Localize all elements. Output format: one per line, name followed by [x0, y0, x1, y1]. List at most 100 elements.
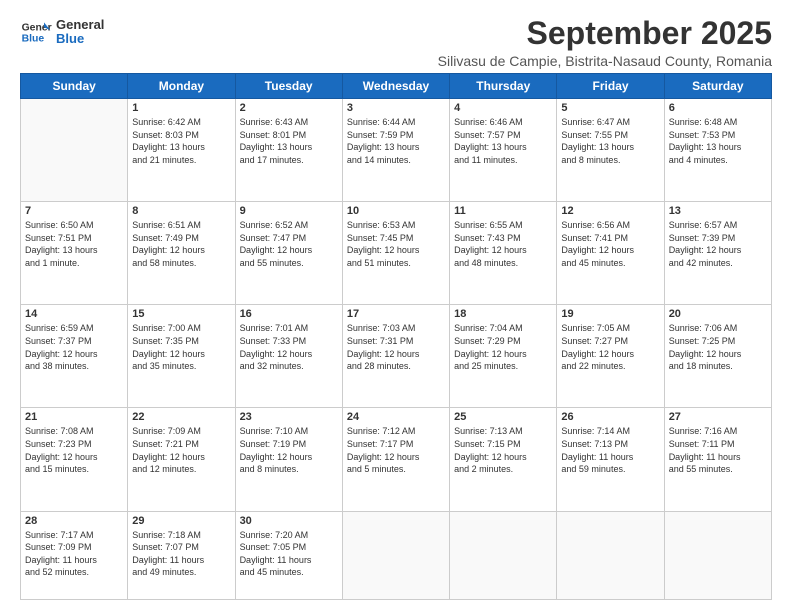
day-info: Sunrise: 6:44 AM Sunset: 7:59 PM Dayligh… [347, 116, 445, 166]
title-block: September 2025 Silivasu de Campie, Bistr… [438, 16, 772, 69]
day-number: 19 [561, 308, 659, 320]
day-info: Sunrise: 7:00 AM Sunset: 7:35 PM Dayligh… [132, 322, 230, 372]
day-number: 6 [669, 102, 767, 114]
day-info: Sunrise: 7:03 AM Sunset: 7:31 PM Dayligh… [347, 322, 445, 372]
day-number: 10 [347, 205, 445, 217]
calendar-week-row: 14 Sunrise: 6:59 AM Sunset: 7:37 PM Dayli… [21, 305, 772, 408]
calendar-cell: 10 Sunrise: 6:53 AM Sunset: 7:45 PM Dayli… [342, 202, 449, 305]
day-info: Sunrise: 7:18 AM Sunset: 7:07 PM Dayligh… [132, 529, 230, 579]
day-info: Sunrise: 7:13 AM Sunset: 7:15 PM Dayligh… [454, 425, 552, 475]
logo: General Blue General Blue [20, 16, 104, 48]
day-info: Sunrise: 7:09 AM Sunset: 7:21 PM Dayligh… [132, 425, 230, 475]
logo-icon: General Blue [20, 16, 52, 48]
day-number: 25 [454, 411, 552, 423]
calendar-cell: 12 Sunrise: 6:56 AM Sunset: 7:41 PM Dayli… [557, 202, 664, 305]
day-number: 7 [25, 205, 123, 217]
calendar-cell: 1 Sunrise: 6:42 AM Sunset: 8:03 PM Daylig… [128, 99, 235, 202]
calendar-cell [557, 511, 664, 599]
day-number: 17 [347, 308, 445, 320]
month-title: September 2025 [438, 16, 772, 51]
calendar-week-row: 1 Sunrise: 6:42 AM Sunset: 8:03 PM Daylig… [21, 99, 772, 202]
calendar-cell: 6 Sunrise: 6:48 AM Sunset: 7:53 PM Daylig… [664, 99, 771, 202]
svg-text:Blue: Blue [22, 34, 45, 45]
calendar-cell [21, 99, 128, 202]
logo-text-blue: Blue [56, 32, 104, 46]
day-info: Sunrise: 6:43 AM Sunset: 8:01 PM Dayligh… [240, 116, 338, 166]
day-info: Sunrise: 6:52 AM Sunset: 7:47 PM Dayligh… [240, 219, 338, 269]
calendar-week-row: 7 Sunrise: 6:50 AM Sunset: 7:51 PM Daylig… [21, 202, 772, 305]
day-number: 29 [132, 515, 230, 527]
day-number: 5 [561, 102, 659, 114]
page: General Blue General Blue September 2025… [0, 0, 792, 612]
day-info: Sunrise: 7:04 AM Sunset: 7:29 PM Dayligh… [454, 322, 552, 372]
day-number: 16 [240, 308, 338, 320]
day-number: 14 [25, 308, 123, 320]
calendar-cell: 15Sunrise: 7:00 AM Sunset: 7:35 PM Dayli… [128, 305, 235, 408]
calendar-week-row: 21Sunrise: 7:08 AM Sunset: 7:23 PM Dayli… [21, 408, 772, 511]
day-info: Sunrise: 7:20 AM Sunset: 7:05 PM Dayligh… [240, 529, 338, 579]
calendar-cell [450, 511, 557, 599]
calendar-week-row: 28Sunrise: 7:17 AM Sunset: 7:09 PM Dayli… [21, 511, 772, 599]
day-header-friday: Friday [557, 74, 664, 99]
day-header-saturday: Saturday [664, 74, 771, 99]
day-number: 23 [240, 411, 338, 423]
day-info: Sunrise: 6:57 AM Sunset: 7:39 PM Dayligh… [669, 219, 767, 269]
day-info: Sunrise: 6:42 AM Sunset: 8:03 PM Dayligh… [132, 116, 230, 166]
calendar-cell: 13 Sunrise: 6:57 AM Sunset: 7:39 PM Dayli… [664, 202, 771, 305]
day-info: Sunrise: 6:47 AM Sunset: 7:55 PM Dayligh… [561, 116, 659, 166]
calendar-cell: 9 Sunrise: 6:52 AM Sunset: 7:47 PM Daylig… [235, 202, 342, 305]
day-number: 9 [240, 205, 338, 217]
calendar-cell: 17 Sunrise: 7:03 AM Sunset: 7:31 PM Dayli… [342, 305, 449, 408]
day-info: Sunrise: 6:53 AM Sunset: 7:45 PM Dayligh… [347, 219, 445, 269]
day-info: Sunrise: 7:05 AM Sunset: 7:27 PM Dayligh… [561, 322, 659, 372]
calendar-cell: 3Sunrise: 6:44 AM Sunset: 7:59 PM Daylig… [342, 99, 449, 202]
calendar-cell: 19 Sunrise: 7:05 AM Sunset: 7:27 PM Dayli… [557, 305, 664, 408]
day-info: Sunrise: 7:08 AM Sunset: 7:23 PM Dayligh… [25, 425, 123, 475]
day-number: 1 [132, 102, 230, 114]
day-info: Sunrise: 6:48 AM Sunset: 7:53 PM Dayligh… [669, 116, 767, 166]
day-info: Sunrise: 6:46 AM Sunset: 7:57 PM Dayligh… [454, 116, 552, 166]
day-header-monday: Monday [128, 74, 235, 99]
day-number: 27 [669, 411, 767, 423]
day-info: Sunrise: 6:50 AM Sunset: 7:51 PM Dayligh… [25, 219, 123, 269]
calendar-cell: 8Sunrise: 6:51 AM Sunset: 7:49 PM Daylig… [128, 202, 235, 305]
calendar-cell: 27 Sunrise: 7:16 AM Sunset: 7:11 PM Dayli… [664, 408, 771, 511]
calendar-cell: 7 Sunrise: 6:50 AM Sunset: 7:51 PM Daylig… [21, 202, 128, 305]
calendar-cell: 24 Sunrise: 7:12 AM Sunset: 7:17 PM Dayli… [342, 408, 449, 511]
calendar-cell [342, 511, 449, 599]
day-header-sunday: Sunday [21, 74, 128, 99]
day-number: 26 [561, 411, 659, 423]
day-info: Sunrise: 7:14 AM Sunset: 7:13 PM Dayligh… [561, 425, 659, 475]
day-info: Sunrise: 7:01 AM Sunset: 7:33 PM Dayligh… [240, 322, 338, 372]
day-number: 18 [454, 308, 552, 320]
day-number: 2 [240, 102, 338, 114]
day-info: Sunrise: 6:59 AM Sunset: 7:37 PM Dayligh… [25, 322, 123, 372]
day-number: 12 [561, 205, 659, 217]
day-header-tuesday: Tuesday [235, 74, 342, 99]
subtitle: Silivasu de Campie, Bistrita-Nasaud Coun… [438, 53, 772, 69]
calendar-header-row: SundayMondayTuesdayWednesdayThursdayFrid… [21, 74, 772, 99]
calendar-cell: 16 Sunrise: 7:01 AM Sunset: 7:33 PM Dayli… [235, 305, 342, 408]
day-info: Sunrise: 6:56 AM Sunset: 7:41 PM Dayligh… [561, 219, 659, 269]
day-info: Sunrise: 7:12 AM Sunset: 7:17 PM Dayligh… [347, 425, 445, 475]
calendar-cell: 5 Sunrise: 6:47 AM Sunset: 7:55 PM Daylig… [557, 99, 664, 202]
day-number: 24 [347, 411, 445, 423]
calendar-cell: 14 Sunrise: 6:59 AM Sunset: 7:37 PM Dayli… [21, 305, 128, 408]
calendar-cell [664, 511, 771, 599]
day-header-thursday: Thursday [450, 74, 557, 99]
calendar-cell: 30Sunrise: 7:20 AM Sunset: 7:05 PM Dayli… [235, 511, 342, 599]
day-info: Sunrise: 7:16 AM Sunset: 7:11 PM Dayligh… [669, 425, 767, 475]
day-info: Sunrise: 6:55 AM Sunset: 7:43 PM Dayligh… [454, 219, 552, 269]
calendar-cell: 11 Sunrise: 6:55 AM Sunset: 7:43 PM Dayli… [450, 202, 557, 305]
calendar-cell: 2 Sunrise: 6:43 AM Sunset: 8:01 PM Daylig… [235, 99, 342, 202]
logo-text-general: General [56, 18, 104, 32]
day-number: 13 [669, 205, 767, 217]
calendar-cell: 23Sunrise: 7:10 AM Sunset: 7:19 PM Dayli… [235, 408, 342, 511]
calendar-table: SundayMondayTuesdayWednesdayThursdayFrid… [20, 73, 772, 600]
calendar-cell: 26 Sunrise: 7:14 AM Sunset: 7:13 PM Dayli… [557, 408, 664, 511]
day-number: 4 [454, 102, 552, 114]
calendar-cell: 22Sunrise: 7:09 AM Sunset: 7:21 PM Dayli… [128, 408, 235, 511]
calendar-cell: 25 Sunrise: 7:13 AM Sunset: 7:15 PM Dayli… [450, 408, 557, 511]
day-number: 28 [25, 515, 123, 527]
day-number: 11 [454, 205, 552, 217]
